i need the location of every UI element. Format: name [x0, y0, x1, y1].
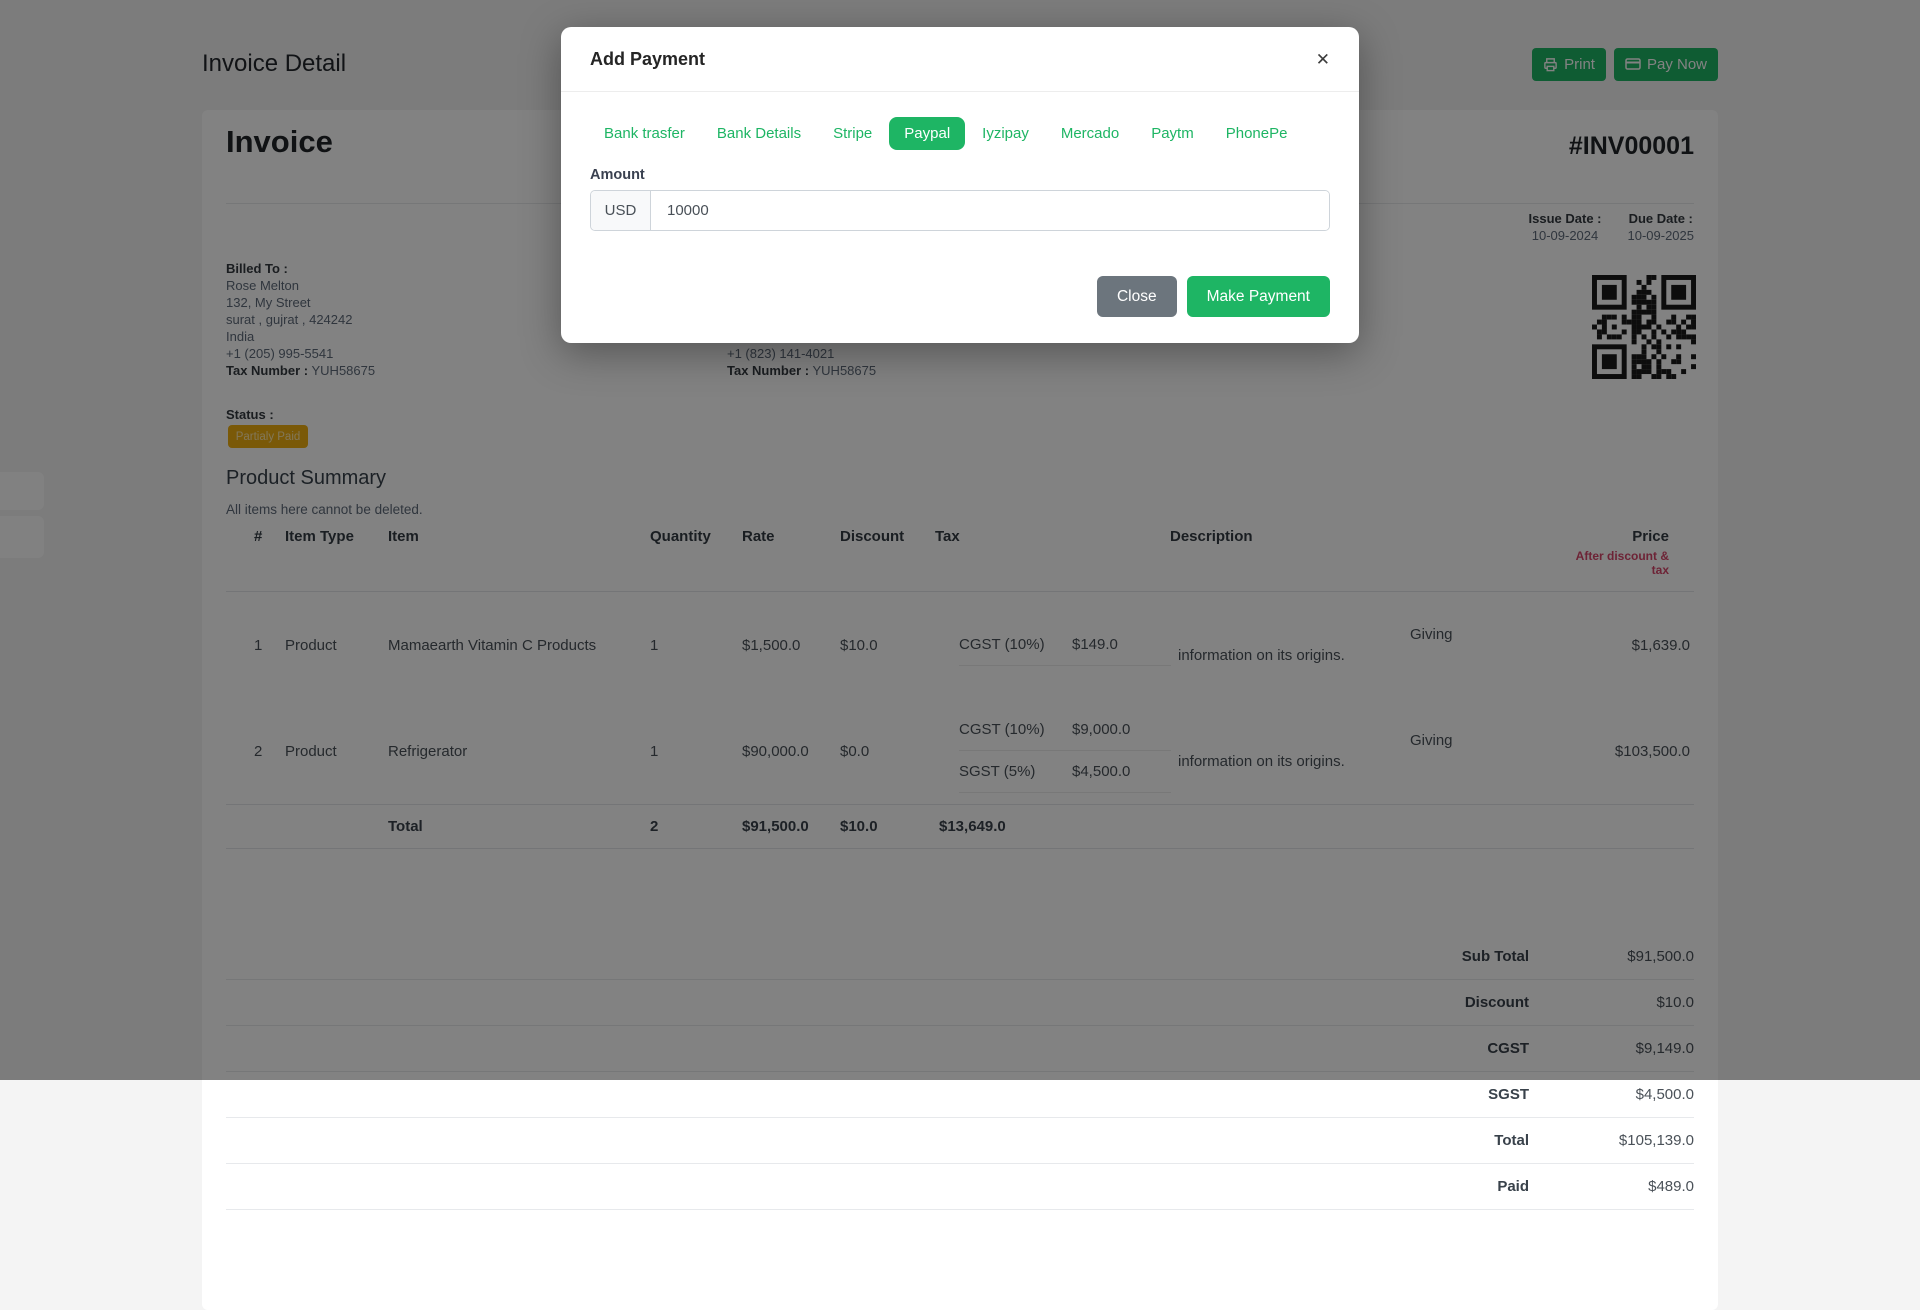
modal-header: Add Payment ✕: [561, 27, 1359, 92]
modal-title: Add Payment: [590, 49, 705, 70]
add-payment-modal: Add Payment ✕ Bank trasfer Bank Details …: [561, 27, 1359, 343]
amount-input[interactable]: [651, 191, 1329, 230]
tab-paypal[interactable]: Paypal: [889, 117, 965, 150]
sum-row-total: Total $105,139.0: [226, 1118, 1694, 1164]
tab-paytm[interactable]: Paytm: [1136, 117, 1209, 150]
tab-stripe[interactable]: Stripe: [818, 117, 887, 150]
sum-row-paid: Paid $489.0: [226, 1164, 1694, 1210]
tab-mercado[interactable]: Mercado: [1046, 117, 1134, 150]
tab-iyzipay[interactable]: Iyzipay: [967, 117, 1044, 150]
close-button[interactable]: Close: [1097, 276, 1177, 317]
currency-prefix: USD: [591, 191, 651, 230]
tab-bank-details[interactable]: Bank Details: [702, 117, 816, 150]
amount-input-group: USD: [590, 190, 1330, 231]
modal-footer: Close Make Payment: [1097, 276, 1330, 317]
close-icon[interactable]: ✕: [1316, 51, 1330, 68]
tab-phonepe[interactable]: PhonePe: [1211, 117, 1303, 150]
make-payment-button[interactable]: Make Payment: [1187, 276, 1330, 317]
payment-method-tabs: Bank trasfer Bank Details Stripe Paypal …: [561, 92, 1359, 150]
amount-label: Amount: [590, 167, 1330, 183]
tab-bank-transfer[interactable]: Bank trasfer: [589, 117, 700, 150]
